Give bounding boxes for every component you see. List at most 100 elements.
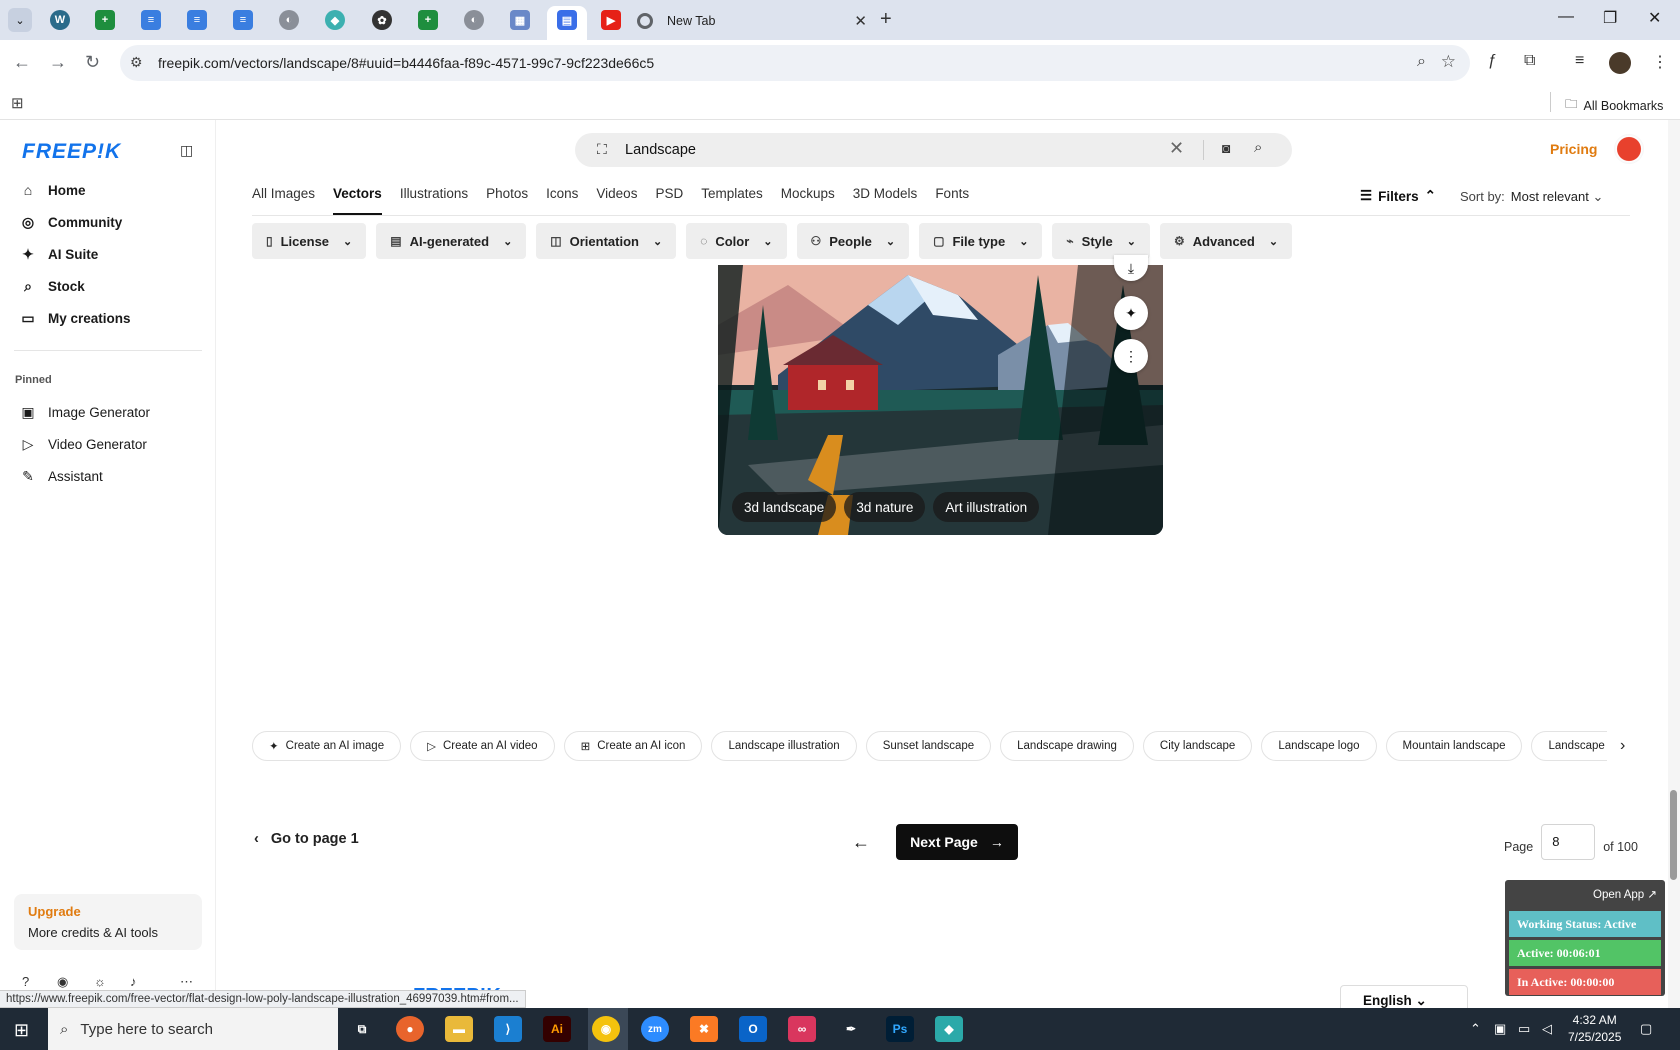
- tab-favicon-globe[interactable]: ◐: [279, 10, 299, 30]
- extension-icon[interactable]: ƒ: [1488, 52, 1497, 70]
- bookmark-star-icon[interactable]: ☆: [1441, 52, 1456, 72]
- tray-display-icon[interactable]: ▭: [1518, 1021, 1530, 1037]
- zoom-icon[interactable]: ⌕: [1417, 53, 1426, 71]
- tray-chevron-icon[interactable]: ⌃: [1470, 1021, 1481, 1037]
- tab-photos[interactable]: Photos: [486, 186, 528, 215]
- pen-tool-icon[interactable]: ✒: [837, 1016, 865, 1042]
- clear-search-icon[interactable]: ✕: [1169, 138, 1184, 159]
- scrollbar-thumb[interactable]: [1670, 790, 1677, 880]
- sidebar-item-stock[interactable]: ⌕ Stock: [20, 278, 85, 295]
- filter-license[interactable]: ▯ License ⌄: [252, 223, 367, 259]
- tab-favicon-sheets[interactable]: +: [418, 10, 438, 30]
- illustrator-icon[interactable]: Ai: [543, 1016, 571, 1042]
- filter-file-type[interactable]: ▢ File type ⌄: [919, 223, 1043, 259]
- file-explorer-icon[interactable]: ▬: [445, 1016, 473, 1042]
- related-search-chip[interactable]: Landscape illustration: [711, 731, 857, 761]
- tab-favicon-youtube[interactable]: ▶: [601, 10, 621, 30]
- reload-icon[interactable]: ↻: [85, 52, 100, 73]
- notification-icon[interactable]: ▢: [1640, 1021, 1652, 1037]
- tray-network-icon[interactable]: ▣: [1494, 1021, 1506, 1037]
- filter-color[interactable]: ◌ Color ⌄: [686, 223, 787, 259]
- image-tag[interactable]: 3d nature: [844, 492, 926, 522]
- apps-grid-icon[interactable]: ⊞: [11, 94, 24, 112]
- minimize-icon[interactable]: —: [1558, 8, 1574, 26]
- close-tab-icon[interactable]: ✕: [854, 12, 867, 30]
- theme-icon[interactable]: ☼: [94, 974, 106, 989]
- previous-page-button[interactable]: ←: [844, 824, 878, 860]
- bell-icon[interactable]: ♪: [130, 974, 137, 989]
- filter-people[interactable]: ⚇ People ⌄: [796, 223, 910, 259]
- puzzle-icon[interactable]: ⧉: [1524, 52, 1535, 70]
- discord-icon[interactable]: ◉: [57, 974, 68, 990]
- zoom-app-icon[interactable]: zm: [641, 1016, 669, 1042]
- page-number-input[interactable]: 8: [1541, 824, 1596, 860]
- app-icon[interactable]: ◆: [935, 1016, 963, 1042]
- image-tag[interactable]: 3d landscape: [732, 492, 837, 522]
- new-tab-tab[interactable]: New Tab ✕: [637, 10, 867, 32]
- tab-illustrations[interactable]: Illustrations: [400, 186, 468, 215]
- chrome-icon[interactable]: ◉: [592, 1016, 620, 1042]
- sidebar-item-video-generator[interactable]: ▷ Video Generator: [20, 436, 147, 453]
- new-tab-button[interactable]: +: [880, 8, 892, 31]
- related-create-ai-image[interactable]: ✦ Create an AI image: [252, 731, 402, 761]
- next-page-button[interactable]: Next Page →: [896, 824, 1018, 860]
- filter-orientation[interactable]: ◫ Orientation ⌄: [536, 223, 677, 259]
- profile-avatar[interactable]: [1609, 52, 1631, 74]
- help-icon[interactable]: ?: [22, 974, 29, 989]
- filter-advanced[interactable]: ⚙ Advanced ⌄: [1159, 223, 1293, 259]
- ai-edit-icon[interactable]: ✦: [1114, 296, 1148, 330]
- filters-button[interactable]: ☰ Filters ⌃: [1360, 188, 1436, 204]
- tab-fonts[interactable]: Fonts: [935, 186, 969, 215]
- user-avatar[interactable]: [1614, 134, 1644, 164]
- tab-favicon-app[interactable]: ◆: [325, 10, 345, 30]
- tab-favicon-globe[interactable]: ◐: [464, 10, 484, 30]
- sidebar-item-image-generator[interactable]: ▣ Image Generator: [20, 404, 150, 421]
- taskbar-clock[interactable]: 4:32 AM 7/25/2025: [1568, 1012, 1621, 1046]
- tab-favicon-docs[interactable]: ≡: [141, 10, 161, 30]
- creative-cloud-icon[interactable]: ∞: [788, 1016, 816, 1042]
- go-to-first-page-link[interactable]: ‹ Go to page 1: [254, 831, 359, 847]
- tab-favicon-sheets[interactable]: +: [95, 10, 115, 30]
- sort-dropdown[interactable]: Sort by: Most relevant ⌄: [1460, 189, 1603, 205]
- search-bar[interactable]: ⛶ Landscape ✕ ◙ ⌕: [575, 133, 1292, 167]
- sidebar-item-community[interactable]: ◎ Community: [20, 214, 122, 231]
- sidebar-item-home[interactable]: ⌂ Home: [20, 182, 86, 198]
- related-search-chip[interactable]: City landscape: [1142, 731, 1253, 761]
- restore-icon[interactable]: ❐: [1603, 8, 1617, 28]
- tab-favicon-chatgpt[interactable]: ✿: [372, 10, 392, 30]
- filter-style[interactable]: ⌁ Style ⌄: [1052, 223, 1150, 259]
- more-icon[interactable]: ⋯: [180, 974, 193, 990]
- tab-favicon-wordpress[interactable]: W: [50, 10, 70, 30]
- forward-icon[interactable]: →: [49, 52, 67, 73]
- pricing-link[interactable]: Pricing: [1550, 141, 1597, 157]
- address-bar[interactable]: ⚙ freepik.com/vectors/landscape/8#uuid=b…: [120, 45, 1470, 81]
- url-text[interactable]: freepik.com/vectors/landscape/8#uuid=b44…: [158, 55, 654, 71]
- upgrade-card[interactable]: Upgrade More credits & AI tools: [14, 894, 202, 950]
- search-icon[interactable]: ⌕: [1254, 139, 1262, 156]
- back-icon[interactable]: ←: [13, 52, 31, 73]
- more-options-icon[interactable]: ⋮: [1114, 339, 1148, 373]
- sidebar-item-assistant[interactable]: ✎ Assistant: [20, 468, 103, 485]
- related-create-ai-video[interactable]: ▷ Create an AI video: [410, 731, 555, 761]
- tab-all-images[interactable]: All Images: [252, 186, 315, 215]
- search-input[interactable]: Landscape: [625, 142, 696, 158]
- close-window-icon[interactable]: ✕: [1648, 8, 1661, 28]
- related-search-chip[interactable]: Mountain landscape: [1385, 731, 1523, 761]
- related-create-ai-icon[interactable]: ⊞ Create an AI icon: [563, 731, 703, 761]
- all-bookmarks[interactable]: 🗀 All Bookmarks: [1565, 95, 1663, 116]
- camera-icon[interactable]: ◙: [1222, 140, 1230, 156]
- outlook-icon[interactable]: O: [739, 1016, 767, 1042]
- xampp-icon[interactable]: ✖: [690, 1016, 718, 1042]
- tab-mockups[interactable]: Mockups: [781, 186, 835, 215]
- image-tag[interactable]: Art illustration: [933, 492, 1040, 522]
- related-search-chip[interactable]: Landscape backgr: [1531, 731, 1607, 761]
- tab-videos[interactable]: Videos: [596, 186, 637, 215]
- tab-icons[interactable]: Icons: [546, 186, 578, 215]
- filter-ai-generated[interactable]: ▤ AI-generated ⌄: [376, 223, 527, 259]
- tab-templates[interactable]: Templates: [701, 186, 763, 215]
- tab-favicon-qr[interactable]: ▦: [510, 10, 530, 30]
- related-search-chip[interactable]: Landscape logo: [1261, 731, 1377, 761]
- tab-3d-models[interactable]: 3D Models: [853, 186, 918, 215]
- vscode-icon[interactable]: ⟩: [494, 1016, 522, 1042]
- task-view-icon[interactable]: ⧉: [348, 1016, 376, 1042]
